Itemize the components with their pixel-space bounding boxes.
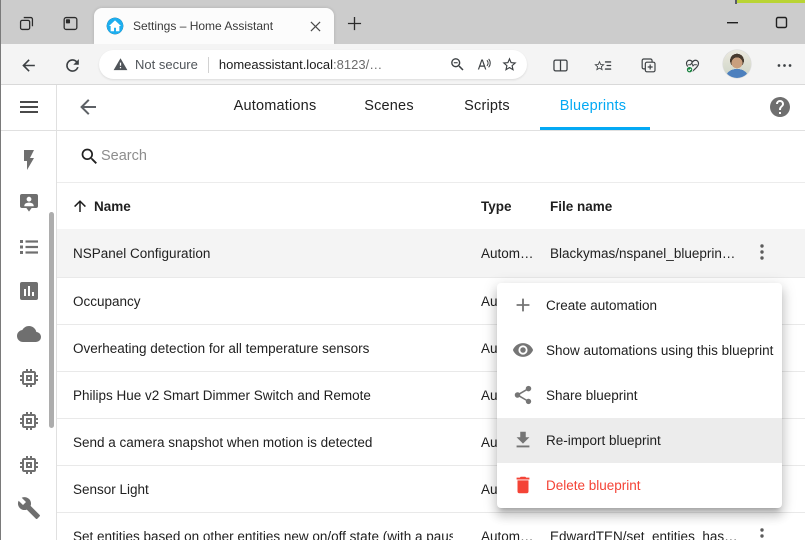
- home-assistant-favicon-icon: [106, 17, 124, 35]
- chip-icon[interactable]: [17, 453, 41, 477]
- browser-toolbar: Not secure homeassistant.local :8123/…: [0, 44, 805, 85]
- table-row[interactable]: NSPanel Configuration Autom… Blackymas/n…: [57, 229, 805, 278]
- refresh-icon[interactable]: [58, 51, 86, 79]
- tab-scenes[interactable]: Scenes: [364, 98, 414, 114]
- row-overflow-icon[interactable]: [750, 524, 774, 540]
- browser-essentials-icon[interactable]: [678, 51, 706, 79]
- favorite-star-icon[interactable]: [497, 53, 521, 77]
- ha-app-header: Automations Scenes Scripts Blueprints: [57, 85, 805, 130]
- table-row[interactable]: Set entities based on other entities new…: [57, 513, 805, 540]
- row-type: Autom…: [481, 246, 534, 261]
- background-strip: [737, 0, 805, 3]
- menu-item-reimport-blueprint[interactable]: Re-import blueprint: [497, 418, 782, 463]
- active-tab-indicator: [540, 127, 650, 130]
- menu-item-label: Show automations using this blueprint: [546, 343, 773, 358]
- flash-icon[interactable]: [17, 148, 41, 172]
- vertical-tabs-icon[interactable]: [56, 9, 84, 37]
- column-header-type[interactable]: Type: [481, 199, 512, 214]
- search-icon: [79, 146, 100, 167]
- column-header-file[interactable]: File name: [550, 199, 612, 214]
- browser-tab[interactable]: Settings – Home Assistant: [94, 8, 334, 44]
- tab-title: Settings – Home Assistant: [133, 19, 306, 33]
- profile-avatar[interactable]: [723, 50, 751, 78]
- menu-item-show-automations[interactable]: Show automations using this blueprint: [497, 328, 782, 373]
- row-type: Autom…: [481, 529, 534, 540]
- tab-scripts[interactable]: Scripts: [464, 98, 510, 114]
- eye-icon: [512, 339, 536, 363]
- plus-icon: [512, 294, 536, 318]
- menu-item-delete-blueprint[interactable]: Delete blueprint: [497, 463, 782, 508]
- workspaces-icon[interactable]: [12, 9, 40, 37]
- more-menu-icon[interactable]: [770, 51, 798, 79]
- minimize-icon[interactable]: [716, 8, 748, 36]
- address-bar[interactable]: Not secure homeassistant.local :8123/…: [99, 50, 527, 79]
- chip-icon[interactable]: [17, 366, 41, 390]
- row-name: NSPanel Configuration: [73, 246, 210, 261]
- row-file: Blackymas/nspanel_blueprin…: [550, 246, 735, 261]
- menu-item-label: Share blueprint: [546, 388, 638, 403]
- list-icon[interactable]: [17, 235, 41, 259]
- trash-icon: [512, 474, 536, 498]
- tab-blueprints[interactable]: Blueprints: [560, 98, 626, 114]
- collections-add-icon[interactable]: [634, 51, 662, 79]
- read-aloud-icon[interactable]: [471, 53, 495, 77]
- maximize-icon[interactable]: [765, 8, 797, 36]
- row-name: Sensor Light: [73, 482, 149, 497]
- column-header-name[interactable]: Name: [94, 199, 131, 214]
- ha-sidebar: [0, 85, 57, 540]
- sort-ascending-icon[interactable]: [71, 197, 89, 215]
- share-icon: [512, 384, 536, 408]
- row-name: Send a camera snapshot when motion is de…: [73, 435, 372, 450]
- header-divider: [0, 130, 805, 131]
- wrench-icon[interactable]: [17, 496, 41, 520]
- ha-back-icon[interactable]: [76, 95, 100, 119]
- row-name: Set entities based on other entities new…: [73, 529, 453, 540]
- chip-icon[interactable]: [17, 409, 41, 433]
- browser-titlebar: Settings – Home Assistant: [0, 0, 805, 44]
- favorites-hub-icon[interactable]: [589, 51, 617, 79]
- row-file: EdwardTEN/set_entities_has…: [550, 529, 738, 540]
- not-secure-warning-icon: [113, 57, 128, 72]
- split-screen-icon[interactable]: [546, 51, 574, 79]
- back-icon[interactable]: [14, 51, 42, 79]
- search-input[interactable]: [101, 143, 501, 169]
- menu-item-create-automation[interactable]: Create automation: [497, 283, 782, 328]
- window-left-edge: [0, 0, 1, 540]
- browser-window: Settings – Home Assistant Not secure: [0, 0, 805, 540]
- tab-close-icon[interactable]: [306, 17, 324, 35]
- person-badge-icon[interactable]: [17, 191, 41, 215]
- menu-item-share-blueprint[interactable]: Share blueprint: [497, 373, 782, 418]
- help-icon[interactable]: [768, 95, 792, 119]
- menu-item-label: Delete blueprint: [546, 478, 641, 493]
- zoom-icon[interactable]: [445, 53, 469, 77]
- chart-icon[interactable]: [17, 279, 41, 303]
- menu-icon[interactable]: [17, 95, 41, 119]
- home-assistant-page: Automations Scenes Scripts Blueprints: [0, 85, 805, 540]
- cloud-icon[interactable]: [17, 322, 41, 346]
- row-overflow-icon[interactable]: [750, 240, 774, 264]
- new-tab-icon[interactable]: [342, 11, 366, 35]
- blueprint-context-menu: Create automation Show automations using…: [497, 283, 782, 508]
- table-header: Name Type File name: [57, 183, 805, 230]
- sidebar-scrollbar[interactable]: [49, 212, 54, 428]
- address-separator: [208, 57, 209, 73]
- row-name: Philips Hue v2 Smart Dimmer Switch and R…: [73, 388, 371, 403]
- menu-item-label: Re-import blueprint: [546, 433, 661, 448]
- menu-item-label: Create automation: [546, 298, 657, 313]
- download-icon: [512, 429, 536, 453]
- url-path: :8123/…: [333, 57, 382, 72]
- row-name: Overheating detection for all temperatur…: [73, 341, 369, 356]
- url-host: homeassistant.local: [219, 57, 333, 72]
- not-secure-label: Not secure: [135, 57, 198, 72]
- tab-automations[interactable]: Automations: [234, 98, 317, 114]
- search-row: [57, 131, 805, 183]
- row-name: Occupancy: [73, 294, 141, 309]
